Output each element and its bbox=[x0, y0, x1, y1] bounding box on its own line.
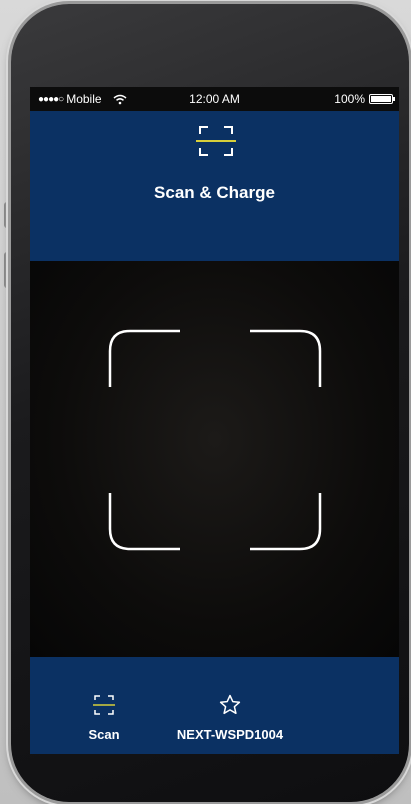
page-title: Scan & Charge bbox=[154, 183, 275, 202]
scan-icon bbox=[93, 695, 115, 715]
tab-station-label: NEXT-WSPD1004 bbox=[176, 727, 284, 742]
header: Scan & Charge bbox=[30, 111, 399, 261]
camera-viewfinder bbox=[30, 261, 399, 657]
phone-chin bbox=[30, 754, 399, 794]
star-icon bbox=[219, 694, 241, 715]
battery-icon bbox=[369, 94, 395, 104]
tab-scan-label: Scan bbox=[88, 727, 120, 742]
scan-frame-corners bbox=[108, 329, 322, 551]
battery-percent: 100% bbox=[334, 92, 365, 106]
app-screen: ●●●●○ Mobile 12:00 AM 100% Scan & Charge bbox=[30, 87, 399, 754]
status-bar: ●●●●○ Mobile 12:00 AM 100% bbox=[30, 87, 399, 111]
tab-scan[interactable]: Scan bbox=[74, 657, 134, 754]
tab-bar: Scan NEXT-WSPD1004 bbox=[30, 657, 399, 754]
tab-station[interactable]: NEXT-WSPD1004 bbox=[150, 657, 310, 754]
scan-icon bbox=[196, 126, 236, 156]
